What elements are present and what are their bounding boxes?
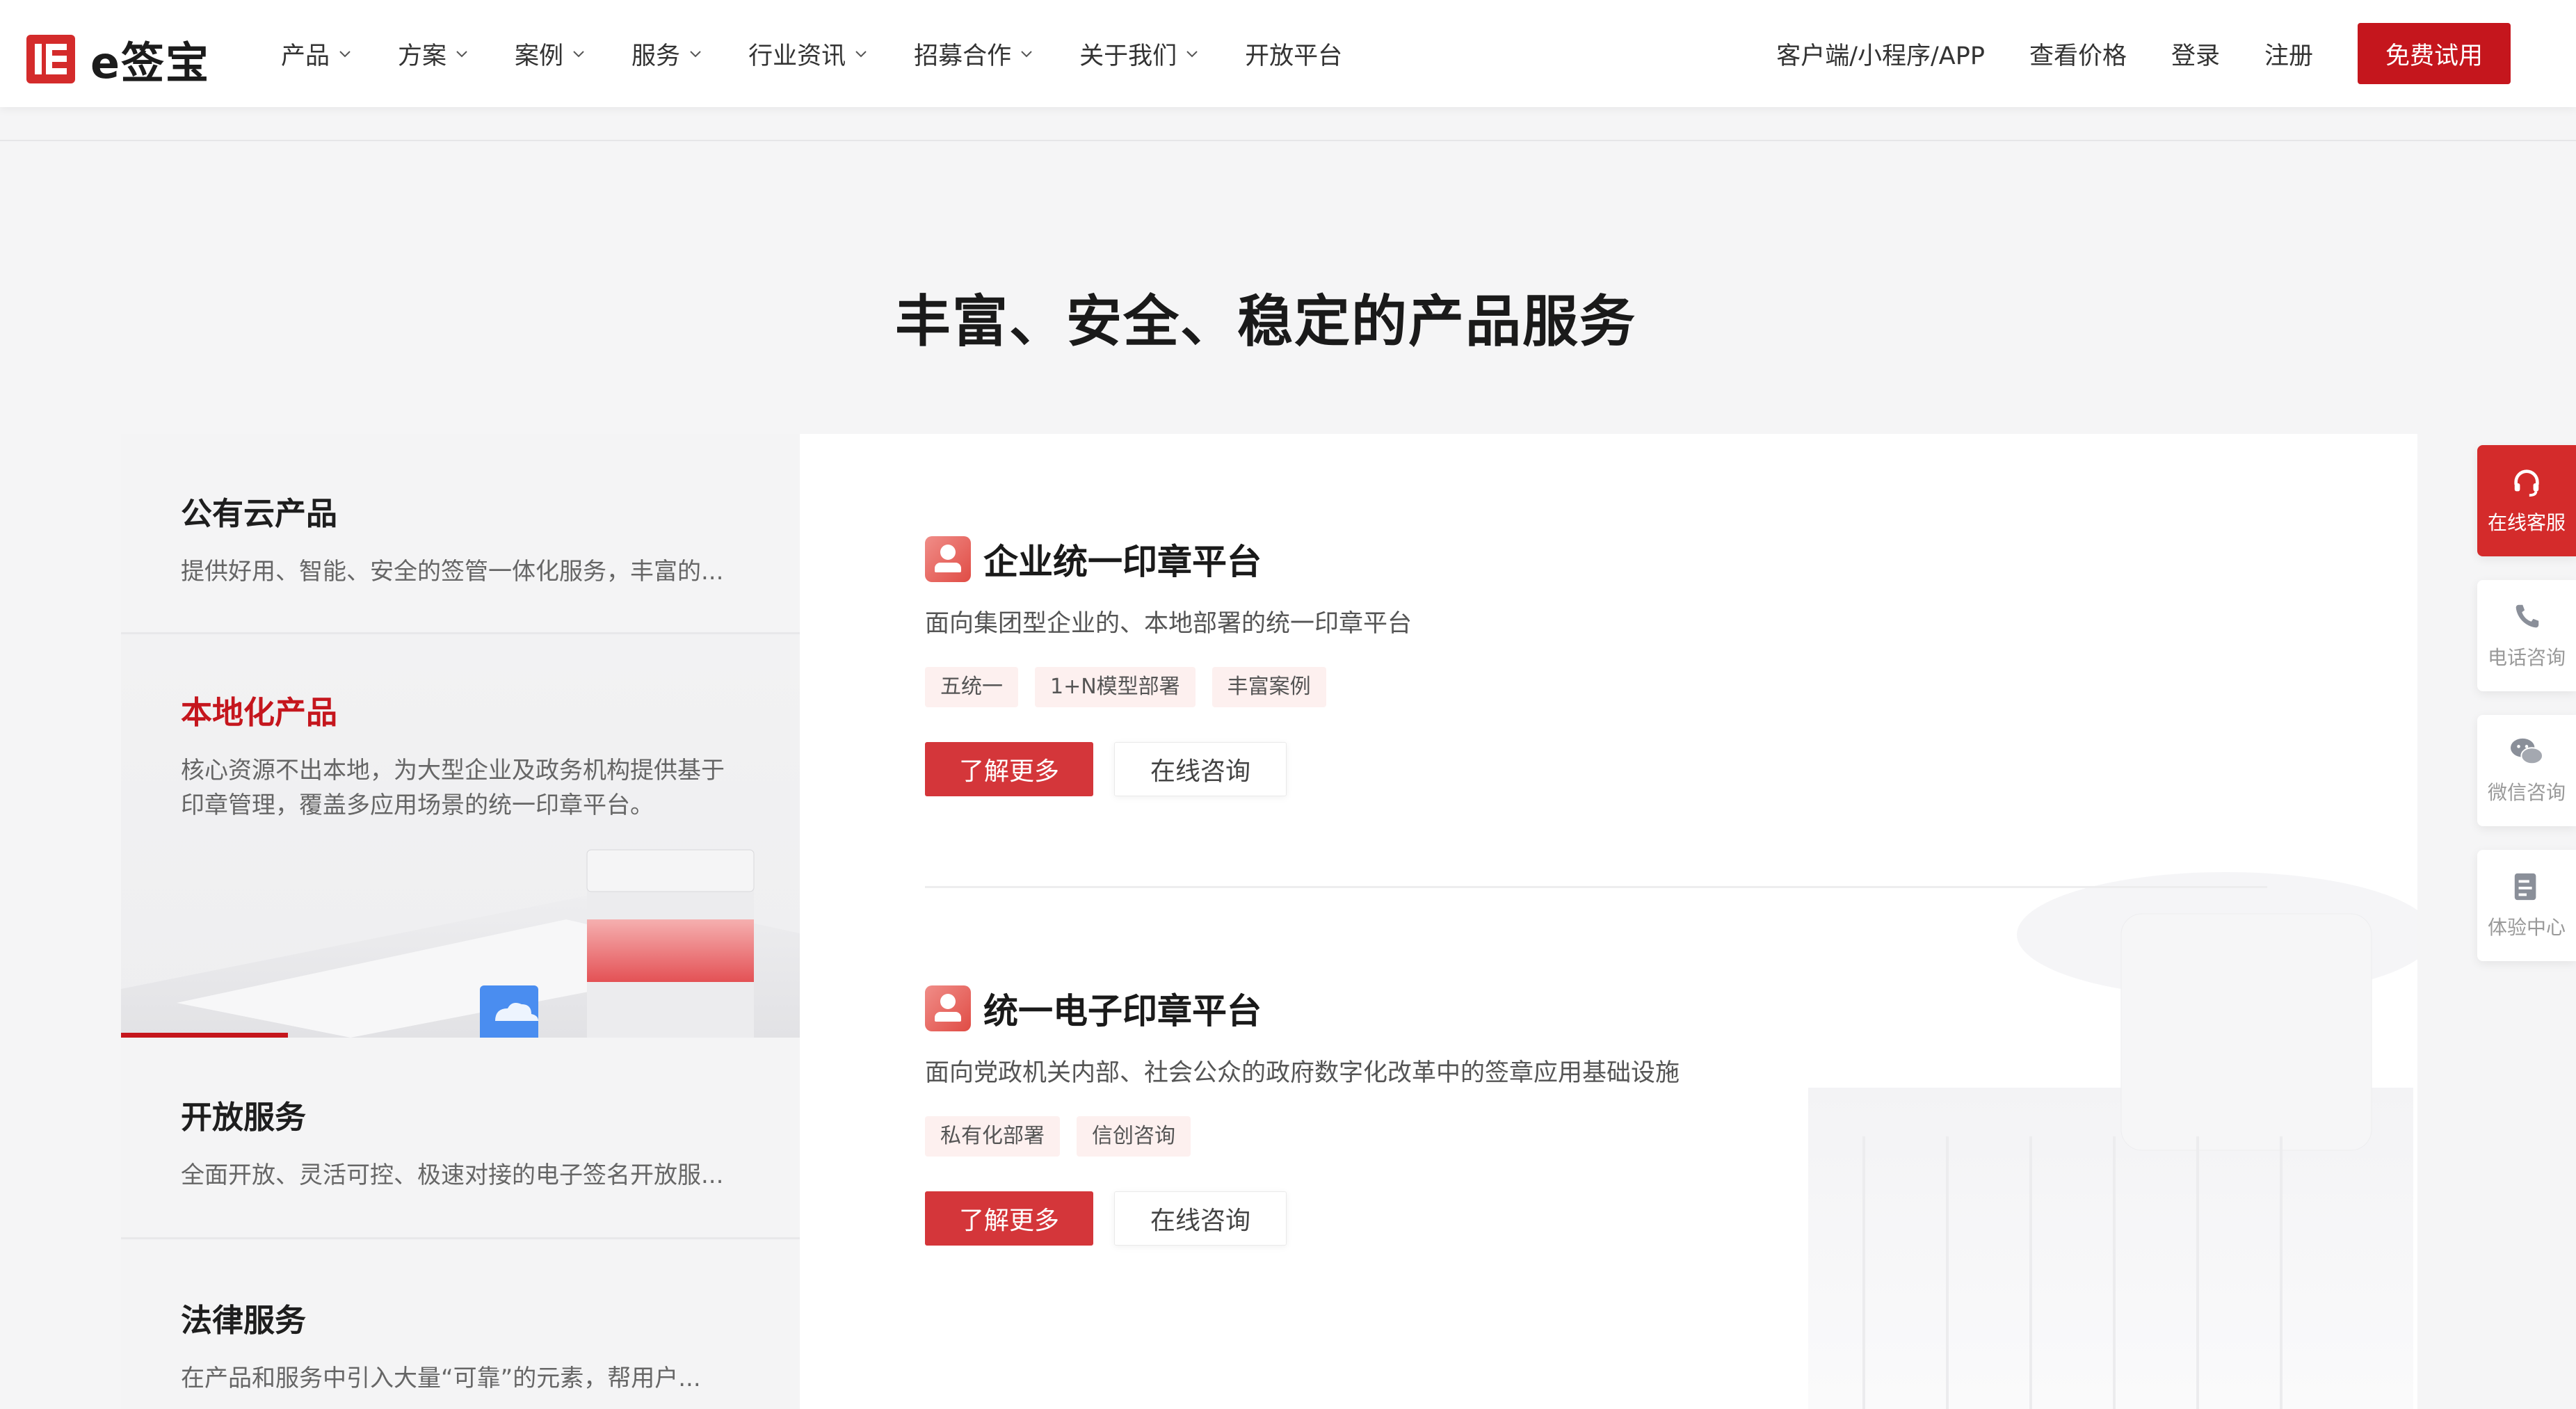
tab-on-premise[interactable]: 本地化产品 核心资源不出本地，为大型企业及政务机构提供基于印章管理，覆盖多应用场… — [121, 634, 800, 1038]
online-service-button[interactable]: 在线客服 — [2477, 445, 2576, 556]
site-header: e签宝 产品 方案 案例 服务 行业资讯 招募合作 关于我们 开放平台 客户端/… — [0, 0, 2576, 107]
nav-item-products[interactable]: 产品 — [281, 36, 353, 72]
divider — [925, 886, 2267, 888]
nav-item-partners[interactable]: 招募合作 — [914, 36, 1035, 72]
tab-title: 本地化产品 — [181, 694, 338, 731]
product-tag: 信创咨询 — [1077, 1116, 1191, 1157]
float-label: 在线客服 — [2487, 511, 2566, 534]
headset-icon — [2514, 469, 2539, 497]
experience-center-button[interactable]: 体验中心 — [2477, 850, 2576, 961]
divider — [0, 140, 2576, 141]
tab-open-services[interactable]: 开放服务 全面开放、灵活可控、极速对接的电子签名开放服... — [121, 1038, 800, 1239]
register-link[interactable]: 注册 — [2264, 36, 2313, 72]
phone-icon — [2515, 604, 2539, 628]
nav-item-about[interactable]: 关于我们 — [1079, 36, 1200, 72]
main-nav: 产品 方案 案例 服务 行业资讯 招募合作 关于我们 开放平台 — [281, 0, 1387, 107]
tab-title: 法律服务 — [181, 1302, 307, 1339]
chevron-down-icon — [573, 51, 584, 58]
product-category-tabs: 公有云产品 提供好用、智能、安全的签管一体化服务，丰富的... 本地化产品 核心… — [121, 434, 800, 1409]
user-seal-icon — [925, 985, 971, 1031]
chevron-down-icon — [855, 51, 867, 58]
nav-item-news[interactable]: 行业资讯 — [748, 36, 869, 72]
nav-item-open-platform[interactable]: 开放平台 — [1245, 36, 1342, 72]
nav-label: 方案 — [398, 42, 447, 70]
nav-label: 行业资讯 — [748, 42, 846, 70]
chevron-down-icon — [339, 51, 351, 58]
learn-more-button[interactable]: 了解更多 — [925, 1191, 1093, 1246]
free-trial-button[interactable]: 免费试用 — [2358, 23, 2511, 84]
client-apps-link[interactable]: 客户端/小程序/APP — [1776, 36, 1985, 72]
wechat-consult-button[interactable]: 微信咨询 — [2477, 715, 2576, 826]
nav-label: 开放平台 — [1245, 42, 1343, 70]
product-tag: 丰富案例 — [1211, 667, 1326, 707]
product-desc: 面向党政机关内部、社会公众的政府数字化改革中的签章应用基础设施 — [925, 1059, 1680, 1087]
chevron-down-icon — [690, 51, 701, 58]
nav-label: 案例 — [515, 42, 564, 70]
product-card: 统一电子印章平台 面向党政机关内部、社会公众的政府数字化改革中的签章应用基础设施… — [925, 983, 1680, 1246]
nav-label: 产品 — [281, 42, 330, 70]
learn-more-button[interactable]: 了解更多 — [925, 742, 1093, 796]
nav-item-solutions[interactable]: 方案 — [398, 36, 470, 72]
product-desc: 面向集团型企业的、本地部署的统一印章平台 — [925, 610, 1412, 638]
background-illustration-icon — [1808, 872, 2417, 1409]
tab-desc: 在产品和服务中引入大量“可靠”的元素，帮用户... — [181, 1364, 701, 1392]
nav-label: 关于我们 — [1079, 42, 1177, 70]
chevron-down-icon — [456, 51, 467, 58]
pricing-link[interactable]: 查看价格 — [2029, 36, 2127, 72]
wechat-icon — [2511, 738, 2543, 765]
logo-mark-icon — [26, 35, 75, 83]
tab-desc: 提供好用、智能、安全的签管一体化服务，丰富的... — [181, 558, 724, 586]
product-tag: 1+N模型部署 — [1035, 667, 1196, 707]
tab-desc: 全面开放、灵活可控、极速对接的电子签名开放服... — [181, 1161, 724, 1189]
tab-title: 开放服务 — [181, 1099, 307, 1136]
online-consult-button[interactable]: 在线咨询 — [1114, 742, 1287, 796]
server-illustration-icon — [121, 849, 800, 1038]
product-name: 统一电子印章平台 — [983, 991, 1262, 1031]
nav-item-cases[interactable]: 案例 — [515, 36, 587, 72]
float-label: 体验中心 — [2487, 916, 2566, 939]
document-icon — [2514, 873, 2536, 901]
phone-consult-button[interactable]: 电话咨询 — [2477, 580, 2576, 691]
tab-legal-services[interactable]: 法律服务 在产品和服务中引入大量“可靠”的元素，帮用户... — [121, 1239, 800, 1409]
tab-public-cloud[interactable]: 公有云产品 提供好用、智能、安全的签管一体化服务，丰富的... — [121, 434, 800, 634]
brand-name: e签宝 — [90, 38, 211, 88]
section-title: 丰富、安全、稳定的产品服务 — [895, 289, 1636, 354]
nav-label: 招募合作 — [914, 42, 1012, 70]
tab-progress-bar — [121, 1033, 288, 1038]
floating-contact-bar: 在线客服 电话咨询 微信咨询 体验中心 — [2477, 445, 2576, 985]
brand-logo[interactable]: e签宝 — [26, 28, 210, 90]
product-tag: 五统一 — [925, 667, 1018, 707]
float-label: 电话咨询 — [2487, 646, 2566, 669]
product-name: 企业统一印章平台 — [983, 542, 1262, 582]
product-tag: 私有化部署 — [925, 1116, 1060, 1157]
header-actions: 客户端/小程序/APP 查看价格 登录 注册 免费试用 — [1776, 0, 2576, 107]
product-detail-panel: 企业统一印章平台 面向集团型企业的、本地部署的统一印章平台 五统一 1+N模型部… — [800, 434, 2417, 1409]
chevron-down-icon — [1186, 51, 1198, 58]
product-card: 企业统一印章平台 面向集团型企业的、本地部署的统一印章平台 五统一 1+N模型部… — [925, 534, 1412, 796]
nav-item-services[interactable]: 服务 — [631, 36, 704, 72]
login-link[interactable]: 登录 — [2171, 36, 2220, 72]
nav-label: 服务 — [631, 42, 681, 70]
user-seal-icon — [925, 536, 971, 582]
online-consult-button[interactable]: 在线咨询 — [1114, 1191, 1287, 1246]
float-label: 微信咨询 — [2487, 781, 2566, 804]
chevron-down-icon — [1021, 51, 1032, 58]
tab-title: 公有云产品 — [181, 495, 338, 532]
tab-desc: 核心资源不出本地，为大型企业及政务机构提供基于印章管理，覆盖多应用场景的统一印章… — [181, 757, 725, 819]
